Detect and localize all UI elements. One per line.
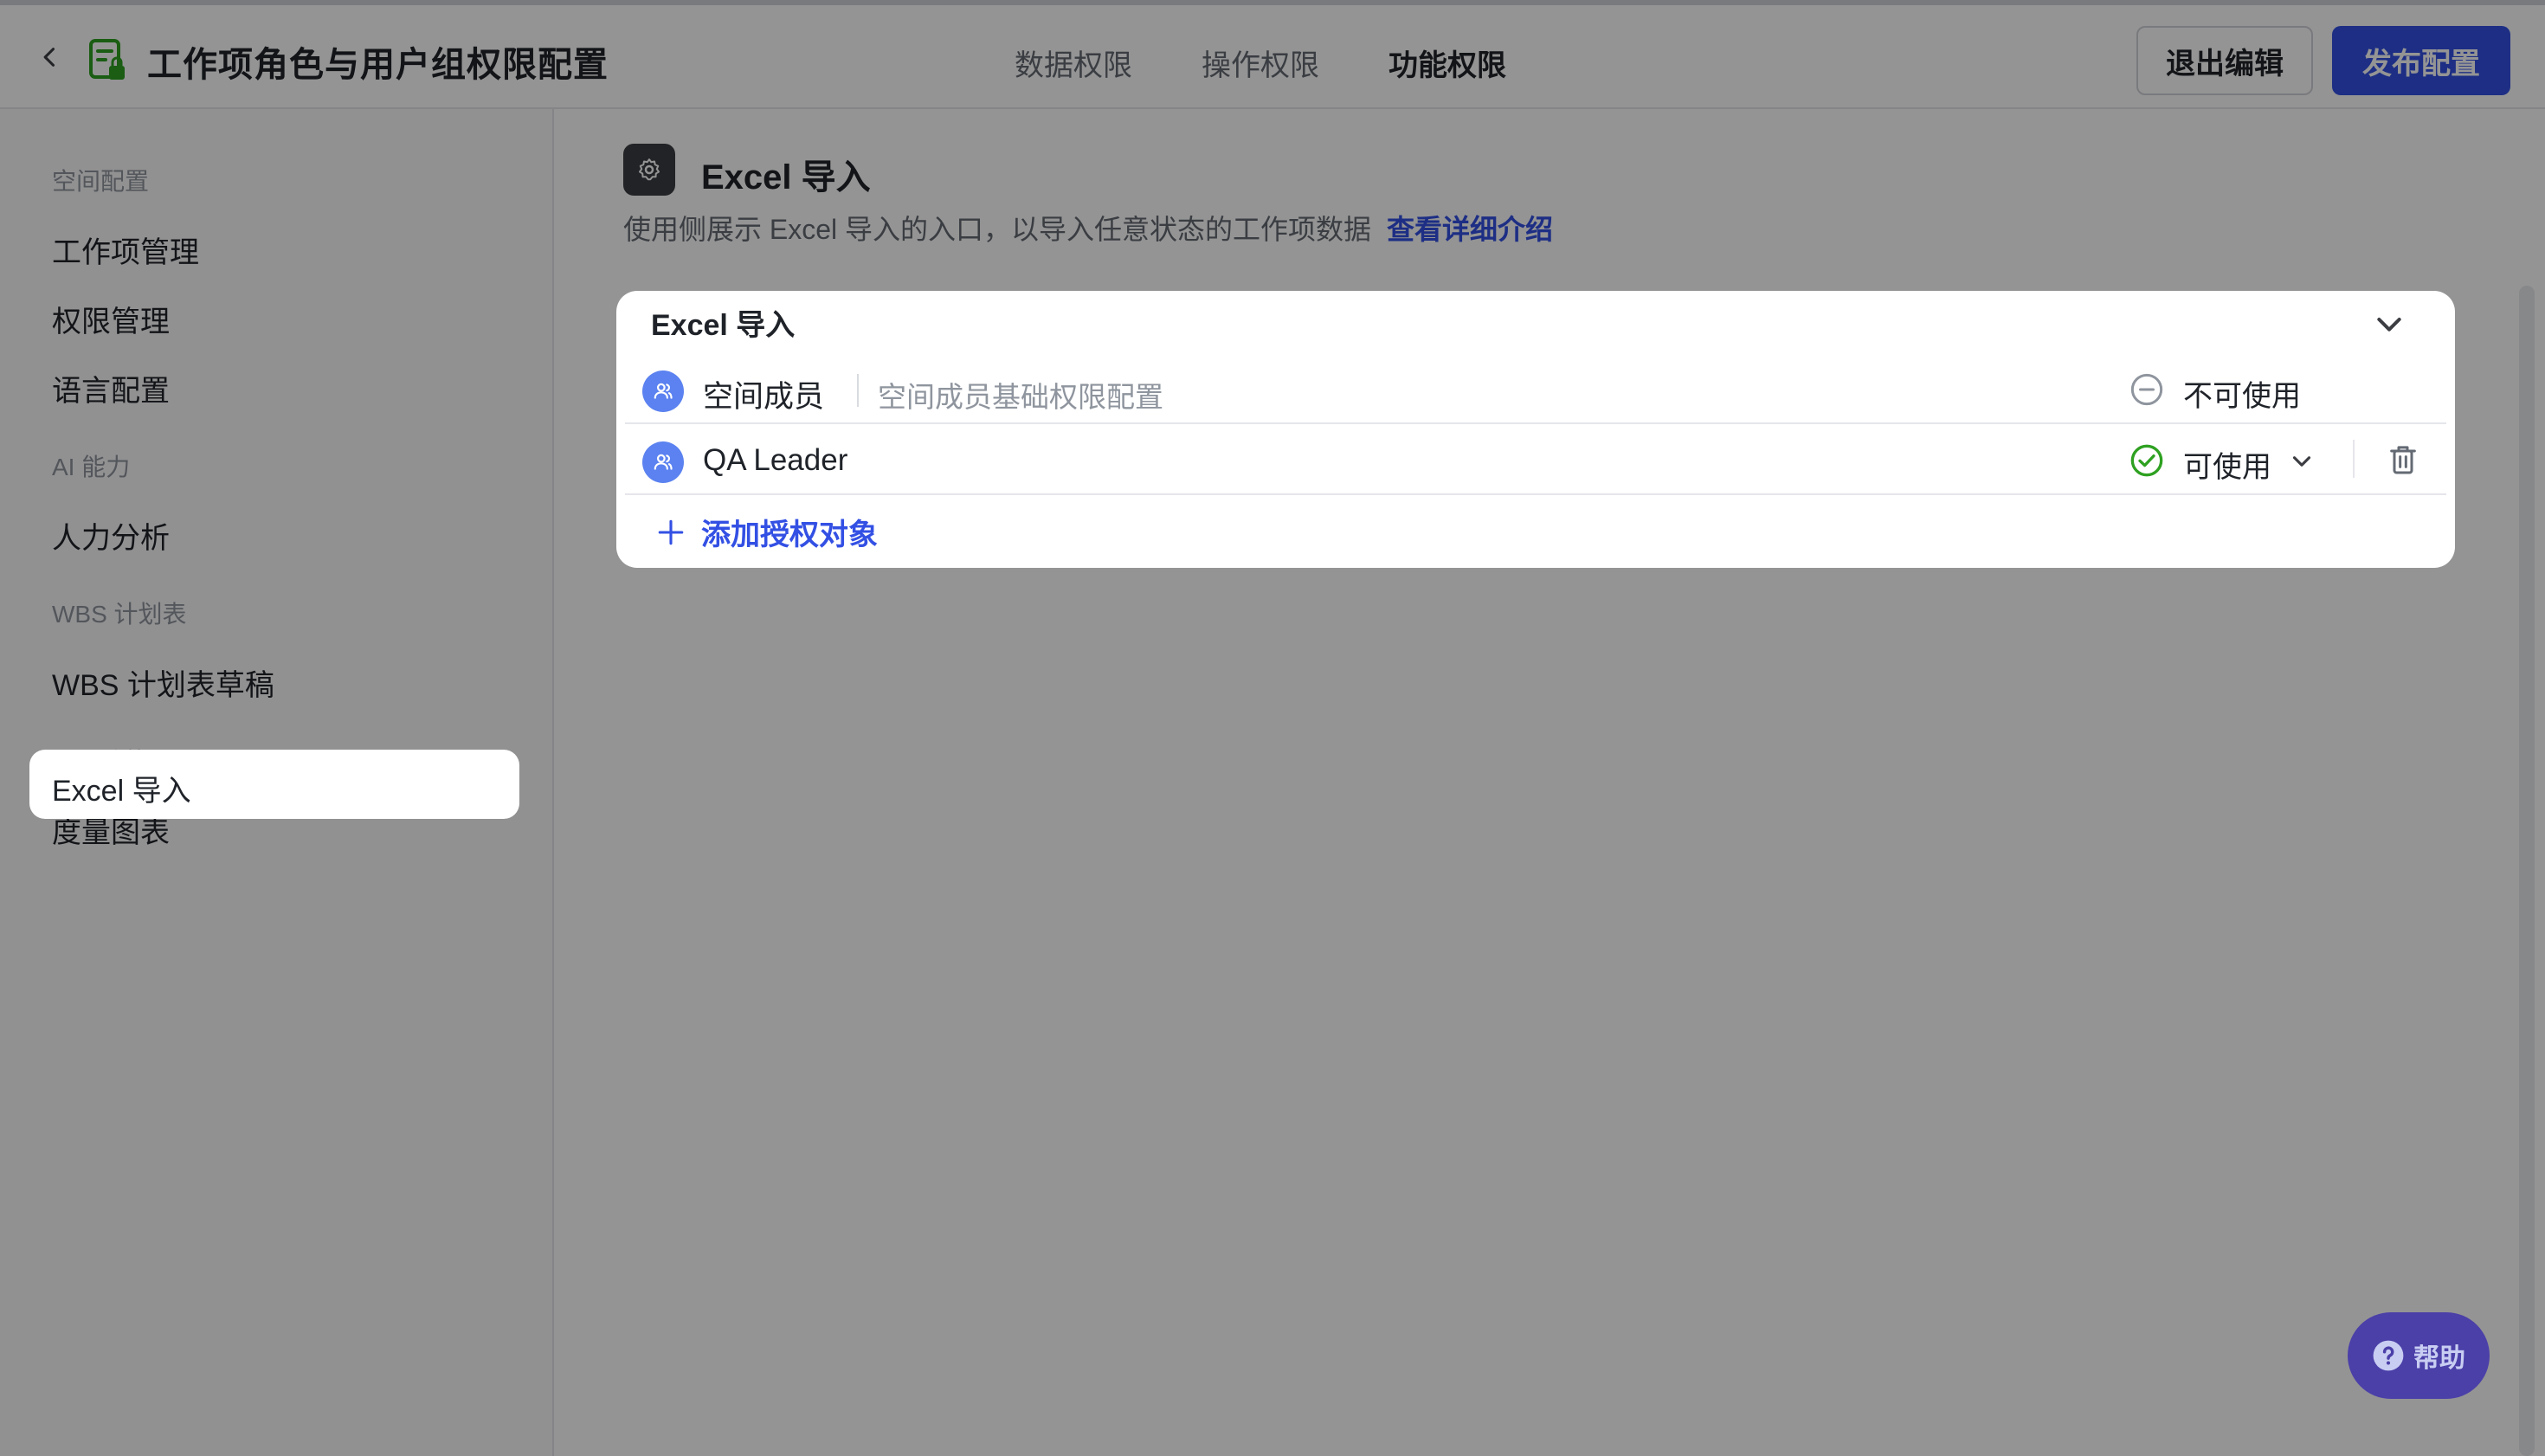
tab-feature-permission[interactable]: 功能权限 bbox=[1388, 42, 1506, 84]
publish-config-button[interactable]: 发布配置 bbox=[2332, 26, 2510, 95]
section-description: 使用侧展示 Excel 导入的入口，以导入任意状态的工作项数据 查看详细介绍 bbox=[623, 208, 1553, 248]
sidebar-item-workitem-management[interactable]: 工作项管理 bbox=[52, 229, 199, 271]
question-circle-icon bbox=[2373, 1340, 2404, 1371]
user-group-avatar bbox=[642, 441, 684, 483]
minus-circle-icon bbox=[2130, 373, 2163, 406]
permission-row: 空间成员 空间成员基础权限配置 不可使用 bbox=[625, 353, 2446, 424]
card-title: Excel 导入 bbox=[651, 309, 796, 342]
help-label: 帮助 bbox=[2413, 1344, 2465, 1373]
grantee-name: 空间成员 bbox=[703, 380, 825, 414]
user-group-avatar bbox=[642, 370, 684, 412]
sidebar-group-wbs: WBS 计划表 bbox=[52, 601, 187, 628]
permission-tabs: 数据权限 操作权限 功能权限 bbox=[1015, 42, 1506, 84]
chevron-down-icon[interactable] bbox=[2372, 306, 2406, 341]
permission-row: QA Leader 可使用 bbox=[625, 424, 2446, 495]
grantee-description: 空间成员基础权限配置 bbox=[878, 381, 1163, 413]
trash-icon[interactable] bbox=[2386, 441, 2420, 478]
chevron-down-icon[interactable] bbox=[2287, 447, 2316, 476]
excel-import-permission-card: Excel 导入 空间成员 空间成员基础权限配置 不可使用 QA Leader … bbox=[616, 291, 2455, 568]
check-circle-icon bbox=[2130, 444, 2163, 477]
sidebar-item-language-config[interactable]: 语言配置 bbox=[52, 367, 170, 409]
gear-icon bbox=[639, 158, 660, 181]
top-border bbox=[0, 0, 2545, 5]
back-button[interactable] bbox=[33, 40, 68, 74]
sidebar-item-excel-import[interactable]: Excel 导入 bbox=[29, 750, 519, 819]
top-header: 工作项角色与用户组权限配置 数据权限 操作权限 功能权限 退出编辑 发布配置 bbox=[0, 0, 2545, 109]
sidebar-item-label: Excel 导入 bbox=[52, 775, 191, 808]
tab-operation-permission[interactable]: 操作权限 bbox=[1202, 42, 1319, 84]
user-group-icon bbox=[654, 383, 673, 399]
section-title: Excel 导入 bbox=[701, 158, 871, 196]
page-title: 工作项角色与用户组权限配置 bbox=[147, 46, 609, 84]
add-grantee-button[interactable]: 添加授权对象 bbox=[656, 511, 878, 553]
description-text: 使用侧展示 Excel 导入的入口，以导入任意状态的工作项数据 bbox=[623, 214, 1372, 245]
grantee-name: QA Leader bbox=[703, 443, 848, 477]
add-grantee-label: 添加授权对象 bbox=[701, 519, 878, 551]
chevron-left-icon bbox=[43, 48, 55, 67]
exit-edit-button[interactable]: 退出编辑 bbox=[2136, 26, 2313, 95]
tab-data-permission[interactable]: 数据权限 bbox=[1015, 42, 1132, 84]
permission-doc-icon bbox=[89, 39, 125, 80]
view-details-link[interactable]: 查看详细介绍 bbox=[1387, 214, 1553, 245]
action-divider bbox=[2353, 440, 2355, 478]
permission-status-select[interactable]: 可使用 bbox=[2183, 443, 2271, 486]
plus-icon bbox=[658, 519, 684, 544]
name-separator bbox=[857, 374, 859, 407]
settings-badge bbox=[623, 144, 675, 196]
sidebar-item-workforce-analysis[interactable]: 人力分析 bbox=[52, 514, 170, 557]
sidebar-item-wbs-draft[interactable]: WBS 计划表草稿 bbox=[52, 661, 274, 704]
permission-status: 不可使用 bbox=[2183, 380, 2301, 413]
sidebar-group-space-config: 空间配置 bbox=[52, 168, 150, 195]
user-group-icon bbox=[654, 454, 673, 470]
scrollbar[interactable] bbox=[2519, 286, 2535, 1456]
sidebar-item-permission-management[interactable]: 权限管理 bbox=[52, 298, 170, 340]
sidebar-group-ai: AI 能力 bbox=[52, 454, 131, 480]
help-button[interactable]: 帮助 bbox=[2348, 1312, 2490, 1399]
